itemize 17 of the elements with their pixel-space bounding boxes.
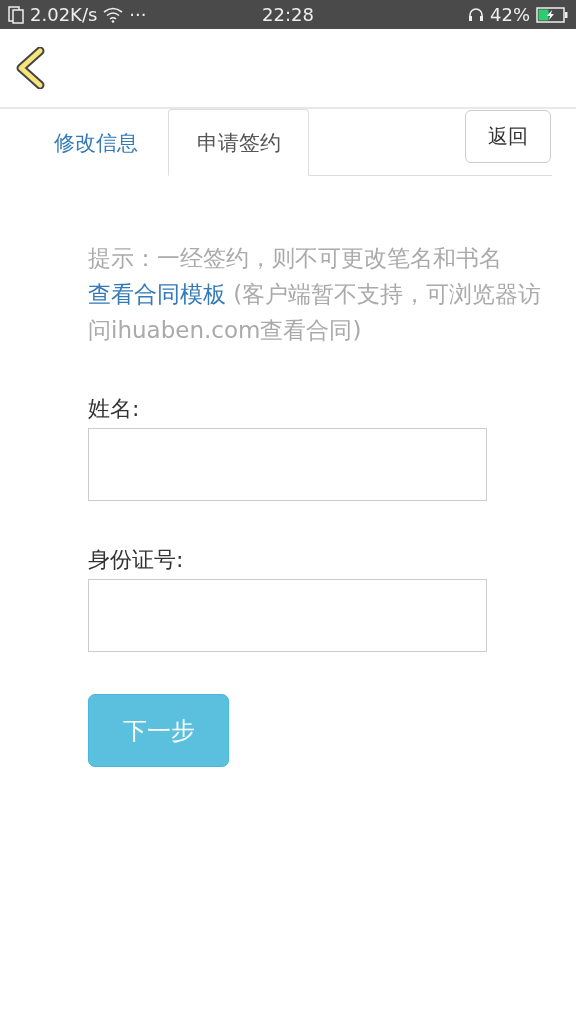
wifi-icon xyxy=(103,6,124,23)
tab[interactable]: 申请签约 xyxy=(168,109,309,176)
more-indicator: ··· xyxy=(129,4,147,25)
sim-card-icon xyxy=(8,5,24,24)
input-field[interactable] xyxy=(88,579,487,652)
clock: 22:28 xyxy=(262,4,314,25)
input-field[interactable] xyxy=(88,428,487,501)
contract-note: 查看合同模板 (客户端暂不支持，可浏览器访问ihuaben.com查看合同) xyxy=(88,280,543,345)
field-label: 身份证号: xyxy=(88,546,185,574)
headphones-icon xyxy=(468,6,484,23)
network-speed: 2.02K/s xyxy=(30,4,98,25)
battery-percent: 42% xyxy=(490,4,530,25)
return-button[interactable]: 返回 xyxy=(465,110,551,163)
hint-text: 提示：一经签约，则不可更改笔名和书名 xyxy=(88,244,503,273)
battery-charging-icon xyxy=(536,6,568,23)
contract-template-link[interactable]: 查看合同模板 xyxy=(88,281,226,307)
field-label: 姓名: xyxy=(88,395,141,423)
